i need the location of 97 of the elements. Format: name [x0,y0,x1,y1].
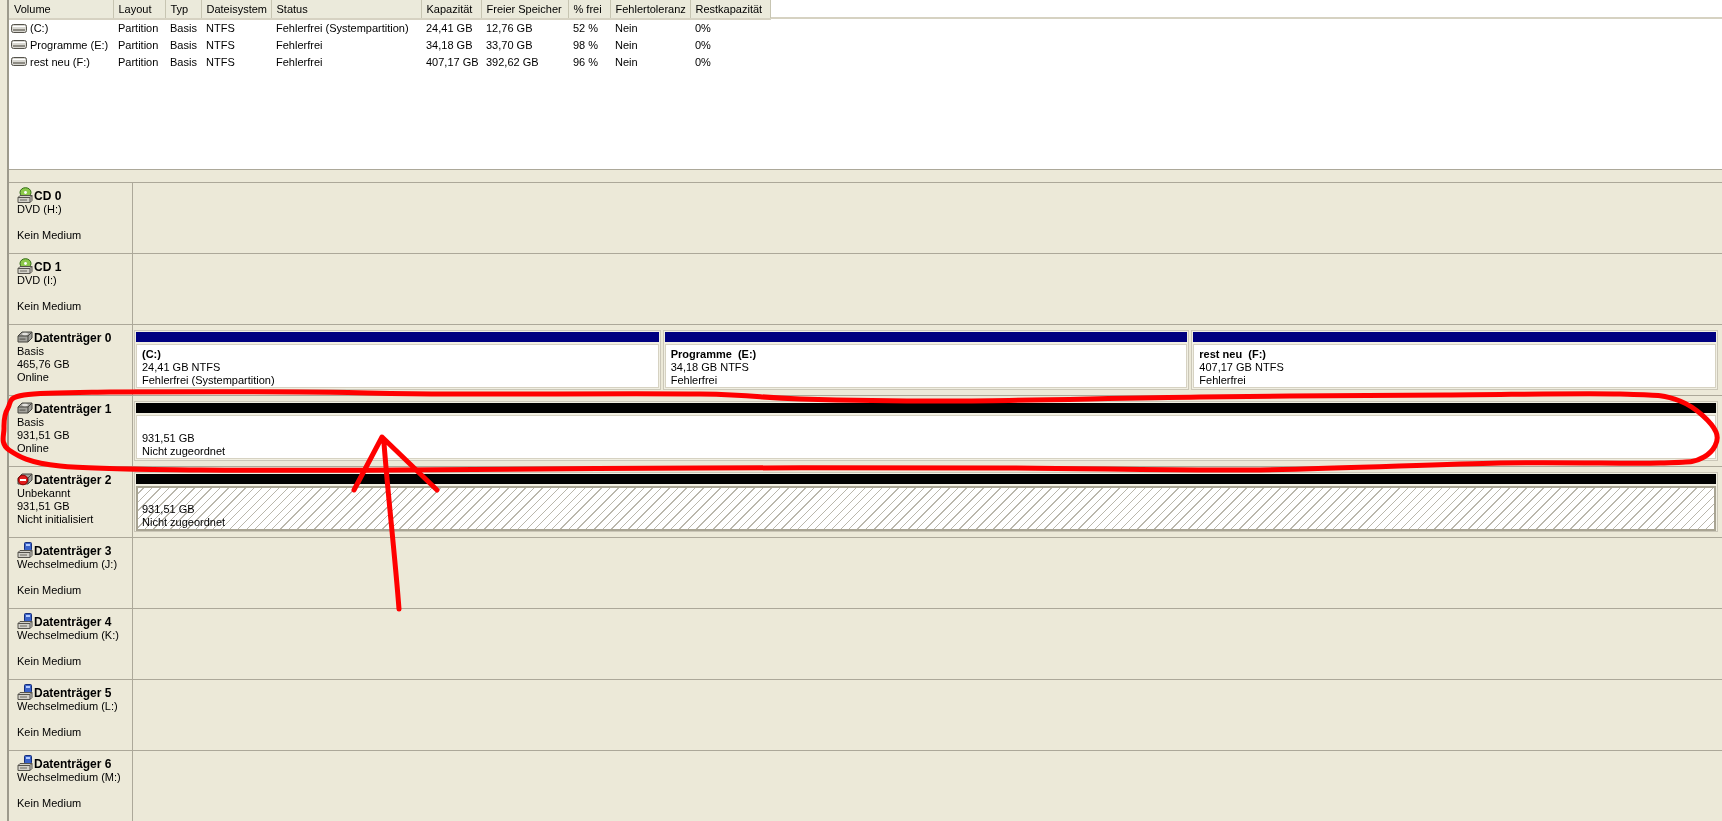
cd-drive-icon [17,186,33,203]
disk-status: Kein Medium [17,726,83,739]
partition-size: 34,18 GB NTFS [670,361,750,374]
column-header[interactable]: Kapazität [421,0,481,19]
partition-status: Fehlerfrei (Systempartition) [142,374,276,387]
removable-drive-icon [17,683,33,700]
column-header[interactable]: Fehlertoleranz [610,0,690,19]
disk-name: CD 1 [34,261,62,274]
table-cell: 12,76 GB [481,19,568,36]
column-header[interactable]: Layout [113,0,165,19]
column-header[interactable]: Dateisystem [201,0,271,19]
table-cell: 52 % [568,19,610,36]
disk-status: Kein Medium [17,584,83,597]
table-cell-text: 392,62 GB [485,54,540,70]
table-cell-text: 0% [694,37,712,53]
partition-status: Nicht zugeordnet [142,516,227,529]
disk-size: 931,51 GB [17,500,71,513]
disk-type: Wechselmedium (L:) [17,700,119,713]
disk-type: Wechselmedium (M:) [17,771,122,784]
table-cell: 24,41 GB [421,19,481,36]
disk-type: Basis [17,345,45,358]
table-cell-text: 0% [694,54,712,70]
disk-type: DVD (I:) [17,274,58,287]
disk-status: Online [17,442,50,455]
partition-block[interactable]: 931,51 GB Nicht zugeordnet [134,472,1718,532]
disk-status: Kein Medium [17,797,83,810]
disk-size: 931,51 GB [17,429,71,442]
disk-name: Datenträger 1 [34,403,112,416]
table-cell: Basis [165,19,201,36]
table-cell-text: 34,18 GB [425,37,474,53]
partition-status: Fehlerfrei [670,374,719,387]
disk-type: Wechselmedium (J:) [17,558,119,571]
partition-status: Fehlerfrei [1199,374,1247,387]
partition-block[interactable]: rest neu (F:) 407,17 GB NTFS Fehlerfrei [1191,330,1718,390]
disk-status: Kein Medium [17,229,83,242]
volume-name: (C:) [30,22,49,34]
disk-name: Datenträger 2 [34,474,112,487]
table-cell: Fehlerfrei (Systempartition) [271,19,421,36]
partition-status: Nicht zugeordnet [142,445,227,458]
table-cell: Partition [113,19,165,36]
disk-name: Datenträger 0 [34,332,112,345]
partition-block[interactable]: 931,51 GB Nicht zugeordnet [134,401,1718,461]
partition-block[interactable]: (C:) 24,41 GB NTFS Fehlerfrei (Systempartition) [134,330,661,390]
partition-size: 931,51 GB [142,503,196,516]
volume-name: Programme (E:) [30,38,109,51]
table-cell-text: Partition [117,37,160,53]
partition-name: Programme (E:) [670,348,757,360]
volume-name: rest neu (F:) [30,55,90,68]
disk-status: Online [17,371,50,384]
partition-size: 24,41 GB NTFS [142,361,222,374]
disk-type: DVD (H:) [17,203,63,216]
hard-disk-alert-icon [17,471,33,486]
disk-status: Kein Medium [17,300,83,313]
disk-size: 465,76 GB [17,358,71,371]
table-cell-text: 407,17 GB [425,54,480,70]
disk-name: Datenträger 3 [34,545,112,558]
disk-status: Kein Medium [17,655,83,668]
disk-type: Basis [17,416,45,429]
disk-type: Wechselmedium (K:) [17,629,120,642]
disk-name: Datenträger 4 [34,616,112,629]
partition-size: 407,17 GB NTFS [1199,361,1285,374]
column-header[interactable]: Restkapazität [690,0,770,19]
hard-disk-icon [17,400,33,415]
table-cell-text: 33,70 GB [485,37,534,53]
column-header[interactable]: Typ [165,0,201,19]
column-header[interactable]: Freier Speicher [481,0,568,19]
column-header[interactable]: % frei [568,0,610,19]
table-cell-text: Fehlerfrei [275,37,324,53]
hard-disk-icon [17,329,33,344]
column-header[interactable]: Volume [9,0,113,19]
removable-drive-icon [17,754,33,771]
removable-drive-icon [17,541,33,558]
table-cell-text: Nein [614,37,639,53]
disk-type: Unbekannt [17,487,72,500]
partition-size: 931,51 GB [142,432,196,445]
disk-name: CD 0 [34,190,62,203]
partition-name: (C:) [142,348,161,360]
table-cell-text: Basis [169,54,198,70]
disk-name: Datenträger 5 [34,687,112,700]
table-cell: 0% [690,19,770,36]
disk-name: Datenträger 6 [34,758,112,771]
table-cell-text: Nein [614,54,639,70]
table-cell-text: Partition [117,54,160,70]
disk-status: Nicht initialisiert [17,513,95,526]
table-cell-text: NTFS [205,54,236,70]
table-cell-text: 98 % [572,37,600,53]
table-cell: NTFS [201,19,271,36]
partition-name: rest neu (F:) [1199,348,1266,360]
table-cell-text: Basis [169,37,198,53]
removable-drive-icon [17,612,33,629]
table-cell-text: 96 % [572,54,600,70]
partition-block[interactable]: Programme (E:) 34,18 GB NTFS Fehlerfrei [662,330,1190,390]
table-cell-text: NTFS [205,37,236,53]
table-cell: Nein [610,19,690,36]
column-header[interactable]: Status [271,0,421,19]
cd-drive-icon [17,257,33,274]
table-cell-text: Fehlerfrei [275,54,324,70]
